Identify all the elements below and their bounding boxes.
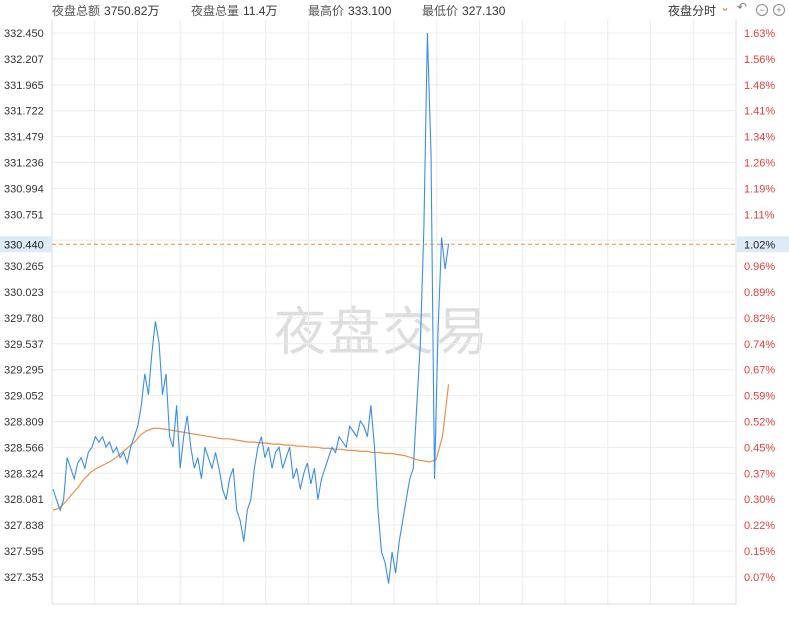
y-tick-label-right: 0.89% [744, 287, 775, 299]
y-tick-label-left: 332.207 [4, 54, 44, 66]
y-tick-label-left: 327.595 [4, 546, 44, 558]
y-tick-label-left: 332.450 [4, 28, 44, 40]
y-tick-label-right: 1.41% [744, 106, 775, 118]
y-tick-label-right: 0.45% [744, 442, 775, 454]
y-tick-label-left: 329.780 [4, 313, 44, 325]
y-tick-label-right: 0.37% [744, 468, 775, 480]
y-tick-label-left: 329.052 [4, 391, 44, 403]
y-tick-label-left: 328.324 [4, 468, 44, 480]
y-tick-label-right: 1.26% [744, 158, 775, 170]
y-tick-label-left: 331.236 [4, 158, 44, 170]
y-tick-label-left: 327.353 [4, 572, 44, 584]
y-tick-label-right: 0.96% [744, 261, 775, 273]
y-tick-label-left: 331.479 [4, 132, 44, 144]
y-tick-label-left: 331.722 [4, 106, 44, 118]
y-tick-label-left: 328.809 [4, 417, 44, 429]
y-tick-label-right: 0.74% [744, 339, 775, 351]
y-tick-label-left: 329.295 [4, 365, 44, 377]
y-tick-label-right: 0.82% [744, 313, 775, 325]
y-tick-label-left: 330.265 [4, 261, 44, 273]
y-tick-label-left: 330.994 [4, 183, 44, 195]
y-tick-label-right: 1.56% [744, 54, 775, 66]
price-line [52, 32, 450, 584]
y-tick-label-right: 0.15% [744, 546, 775, 558]
y-tick-label-right: 0.67% [744, 365, 775, 377]
y-tick-label-right: 1.63% [744, 28, 775, 40]
y-tick-label-right: 0.52% [744, 417, 775, 429]
crosshair-percent-label: 1.02% [744, 239, 775, 251]
y-tick-label-left: 328.081 [4, 494, 44, 506]
y-tick-label-left: 328.566 [4, 442, 44, 454]
y-tick-label-right: 1.48% [744, 80, 775, 92]
y-tick-label-left: 327.838 [4, 520, 44, 532]
y-tick-label-right: 1.11% [744, 209, 775, 221]
crosshair-price-label: 330.440 [4, 239, 44, 251]
y-tick-label-left: 329.537 [4, 339, 44, 351]
y-tick-label-right: 1.34% [744, 132, 775, 144]
y-tick-label-right: 0.30% [744, 494, 775, 506]
y-tick-label-left: 331.965 [4, 80, 44, 92]
y-tick-label-left: 330.751 [4, 209, 44, 221]
y-tick-label-right: 0.59% [744, 391, 775, 403]
y-tick-label-right: 0.07% [744, 572, 775, 584]
y-tick-label-left: 330.023 [4, 287, 44, 299]
y-tick-label-right: 1.19% [744, 183, 775, 195]
y-tick-label-right: 0.22% [744, 520, 775, 532]
intraday-chart[interactable]: 332.450 1.63% 332.207 1.56% 331.965 1.48% 331.… [0, 0, 789, 620]
